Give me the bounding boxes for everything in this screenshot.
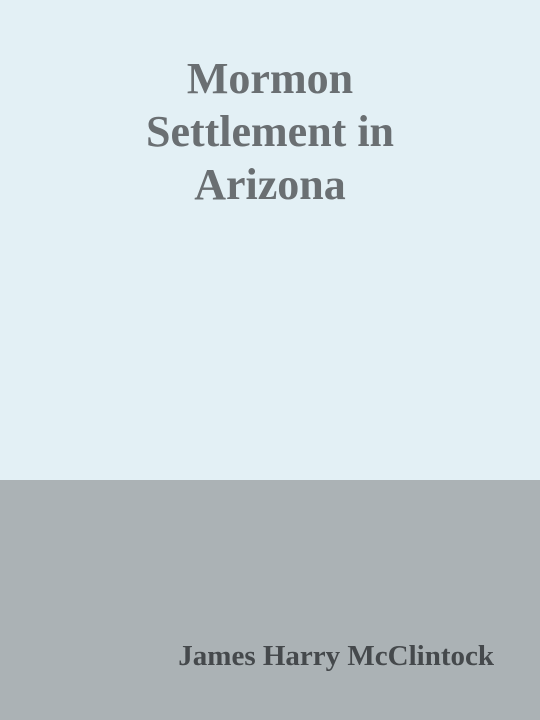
book-title-line: Settlement in bbox=[145, 107, 395, 156]
book-author: James Harry McClintock bbox=[178, 640, 494, 672]
cover-bottom-panel bbox=[0, 480, 540, 720]
cover-top-panel: Mormon Settlement in Arizona bbox=[0, 0, 540, 480]
book-cover: Mormon Settlement in Arizona James Harry… bbox=[0, 0, 540, 720]
book-title-line: Arizona bbox=[194, 160, 346, 209]
book-title-line: Mormon bbox=[186, 54, 354, 103]
book-title: Mormon Settlement in Arizona bbox=[40, 52, 500, 211]
